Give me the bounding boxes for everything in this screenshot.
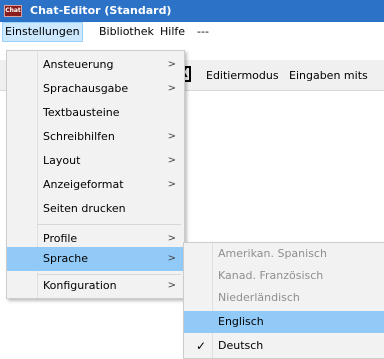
- language-item-kanad-franzoesisch[interactable]: Kanad. Französisch: [184, 265, 384, 287]
- chevron-right-icon: >: [167, 83, 176, 94]
- chevron-right-icon: >: [167, 131, 176, 142]
- menu-item-label: Konfiguration: [43, 279, 117, 292]
- window-title: Chat-Editor (Standard): [30, 4, 172, 17]
- menu-item-schreibhilfen[interactable]: Schreibhilfen >: [7, 125, 184, 149]
- checkmark-icon: ✓: [196, 339, 207, 353]
- language-item-niederlaendisch[interactable]: Niederländisch: [184, 287, 384, 309]
- menu-einstellungen[interactable]: Einstellungen: [2, 22, 83, 42]
- title-bar: Chat Chat-Editor (Standard): [0, 0, 384, 22]
- menu-separator: [37, 224, 181, 225]
- menu-bar: Einstellungen Bibliothek Hilfe ---: [0, 22, 384, 42]
- menu-item-label: Seiten drucken: [43, 202, 126, 215]
- menu-item-layout[interactable]: Layout >: [7, 149, 184, 173]
- menu-item-label: Ansteuerung: [43, 58, 114, 71]
- menu-item-label: Sprache: [43, 252, 89, 265]
- language-submenu: Amerikan. Spanisch Kanad. Französisch Ni…: [183, 242, 384, 359]
- chevron-right-icon: >: [167, 155, 176, 166]
- input-button[interactable]: Eingaben mits: [289, 69, 368, 82]
- language-item-englisch[interactable]: Englisch: [184, 311, 384, 333]
- app-icon: Chat: [4, 5, 22, 17]
- menu-bibliothek[interactable]: Bibliothek: [99, 25, 154, 39]
- menu-item-label: Amerikan. Spanisch: [218, 247, 327, 260]
- menu-item-ansteuerung[interactable]: Ansteuerung >: [7, 53, 184, 77]
- menu-item-konfiguration[interactable]: Konfiguration >: [7, 274, 184, 298]
- menu-more[interactable]: ---: [197, 25, 209, 39]
- language-item-amerikan-spanisch[interactable]: Amerikan. Spanisch: [184, 243, 384, 265]
- menu-item-label: Layout: [43, 154, 81, 167]
- chevron-right-icon: >: [167, 253, 176, 264]
- language-item-deutsch[interactable]: ✓ Deutsch: [184, 335, 384, 357]
- editmode-button[interactable]: Editiermodus: [206, 69, 279, 82]
- menu-item-label: Schreibhilfen: [43, 130, 115, 143]
- menu-item-label: Sprachausgabe: [43, 82, 129, 95]
- chevron-right-icon: >: [167, 179, 176, 190]
- settings-menu: Ansteuerung > Sprachausgabe > Textbauste…: [6, 50, 185, 299]
- menu-item-sprachausgabe[interactable]: Sprachausgabe >: [7, 77, 184, 101]
- menu-item-label: Textbausteine: [43, 106, 120, 119]
- menu-item-label: Englisch: [218, 315, 264, 328]
- menu-item-label: Niederländisch: [218, 291, 300, 304]
- menu-item-anzeigeformat[interactable]: Anzeigeformat >: [7, 173, 184, 197]
- menu-item-textbausteine[interactable]: Textbausteine: [7, 101, 184, 125]
- chevron-right-icon: >: [167, 59, 176, 70]
- menu-item-seiten-drucken[interactable]: Seiten drucken: [7, 197, 184, 221]
- menu-hilfe[interactable]: Hilfe: [160, 25, 185, 39]
- menu-item-label: Deutsch: [218, 339, 264, 352]
- menu-item-sprache[interactable]: Sprache >: [7, 247, 184, 271]
- chevron-right-icon: >: [167, 280, 176, 291]
- menu-item-label: Kanad. Französisch: [218, 269, 324, 282]
- menu-item-label: Anzeigeformat: [43, 178, 124, 191]
